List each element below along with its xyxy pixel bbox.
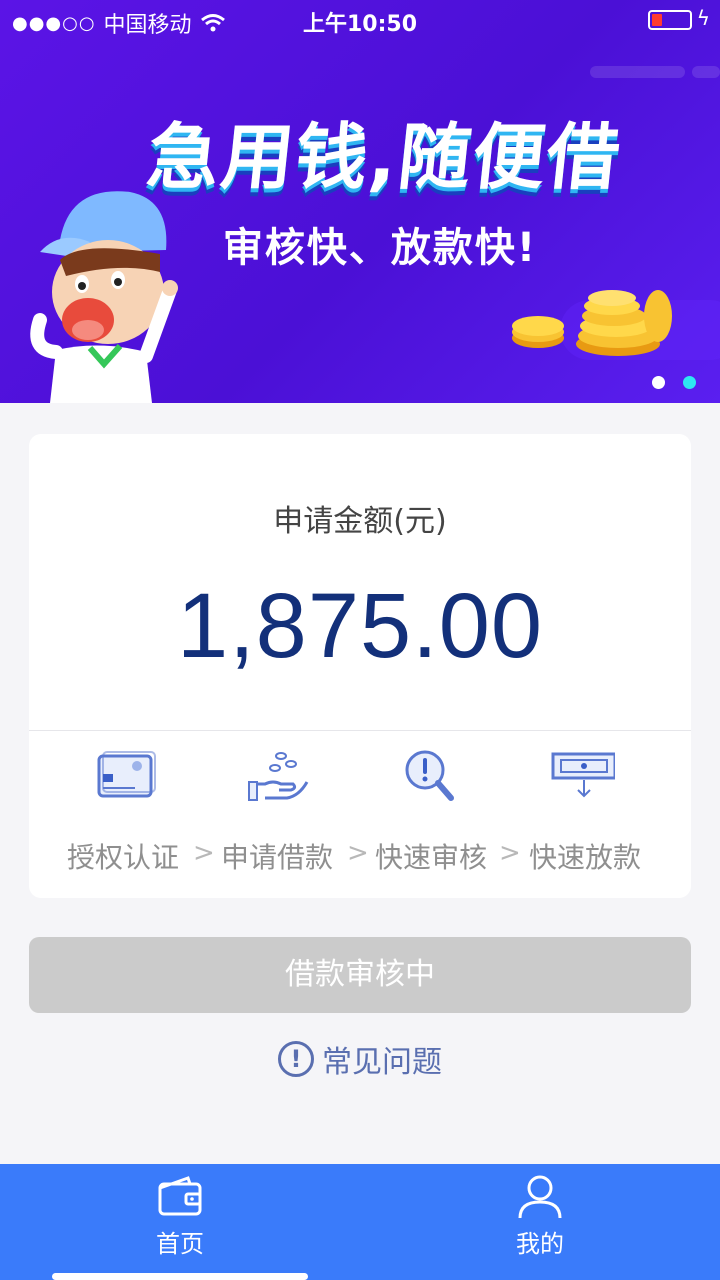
card-icon <box>97 751 156 798</box>
hand-coins-icon <box>248 752 309 801</box>
gold-coins-illustration <box>512 290 672 356</box>
tab-home-label: 首页 <box>156 1230 204 1258</box>
loan-process-steps: 授权认证 > 申请借款 > 快速审核 > 快速放款 <box>29 750 691 874</box>
faq-link[interactable]: ! 常见问题 <box>0 1037 720 1081</box>
step-arrow: > <box>193 838 215 868</box>
wallet-icon <box>158 1176 202 1216</box>
banner-decoration <box>590 66 685 78</box>
tab-mine[interactable]: 我的 <box>360 1164 720 1280</box>
magnifier-alert-icon <box>405 750 454 801</box>
loan-review-status-button[interactable]: 借款审核中 <box>29 937 691 1013</box>
mascot-illustration <box>30 191 178 403</box>
banner-pagination[interactable] <box>652 376 696 389</box>
step-label-disburse: 快速放款 <box>529 841 642 874</box>
tab-mine-label: 我的 <box>516 1230 564 1258</box>
step-arrow: > <box>499 838 521 868</box>
loan-amount: 1,875.00 <box>176 575 544 677</box>
home-indicator[interactable] <box>52 1273 308 1280</box>
promo-banner[interactable]: 急用钱,随便借 审核快、放款快! <box>0 0 720 403</box>
step-label-authorize: 授权认证 <box>67 841 180 874</box>
banner-dot-1[interactable] <box>652 376 665 389</box>
faq-label: 常见问题 <box>322 1045 442 1080</box>
card-divider <box>29 730 691 731</box>
battery-icon <box>648 10 692 30</box>
amount-label: 申请金额(元) <box>273 504 447 539</box>
tab-home[interactable]: 首页 <box>0 1164 360 1280</box>
info-circle-icon: ! <box>278 1041 314 1077</box>
step-label-apply: 申请借款 <box>221 841 334 874</box>
charging-icon: ϟ <box>696 6 710 30</box>
user-icon <box>518 1175 562 1219</box>
status-bar: ●●●○○ 中国移动 上午10:50 ϟ <box>0 0 720 40</box>
step-arrow: > <box>347 838 369 868</box>
clock: 上午10:50 <box>302 12 418 37</box>
bottom-tab-bar: 首页 我的 <box>0 1164 720 1280</box>
banner-dot-2-active[interactable] <box>683 376 696 389</box>
cash-download-icon <box>551 752 615 798</box>
loan-amount-card: 申请金额(元) 1,875.00 授权认证 > 申请借款 > 快速审核 > 快速… <box>29 434 691 898</box>
banner-subline: 审核快、放款快! <box>222 225 538 271</box>
step-label-review: 快速审核 <box>375 841 488 874</box>
banner-decoration <box>692 66 720 78</box>
